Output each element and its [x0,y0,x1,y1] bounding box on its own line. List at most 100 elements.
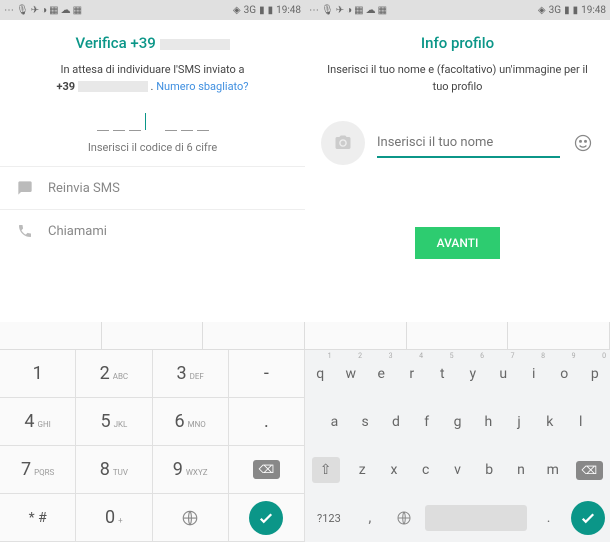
numeric-keypad: 1 2ABC 3DEF - 4GHI 5JKL 6MNO . 7PQRS 8TU… [0,350,305,542]
key-7[interactable]: 7PQRS [0,446,76,494]
key-space[interactable] [425,505,527,531]
shift-icon: ⇧ [312,457,340,483]
status-icon: ⋯ [4,5,14,16]
key-dash[interactable]: - [229,350,305,398]
profile-screen: ⋯ 🎙 ✈ ◑ ▦ ☁ ▦ ◈ 3G ▮ ▮ 19:48 Info profil… [305,0,610,259]
key-v[interactable]: v [442,446,474,494]
name-input[interactable] [377,129,560,158]
status-icon: ✈ [31,5,39,16]
key-3[interactable]: 3DEF [153,350,229,398]
status-icon: ▦ [378,5,387,16]
key-confirm[interactable] [229,494,305,542]
key-u[interactable]: u7 [488,350,519,398]
camera-icon [333,134,353,152]
key-1[interactable]: 1 [0,350,76,398]
qwerty-keypad: q1w2e3r4t5y6u7i8o9p0 asdfghjkl ⇧ zxcvbnm… [305,350,610,542]
subtitle: Inserisci il tuo nome e (facoltativo) un… [305,62,610,95]
status-bar: ⋯ 🎙 ✈ ◑ ▦ ☁ ▦ ◈ 3G ▮ ▮ 19:48 [305,0,610,20]
check-icon [249,501,283,535]
key-dot[interactable]: . [229,398,305,446]
status-icon: ◑ [41,5,47,16]
key-w[interactable]: w2 [336,350,367,398]
key-s[interactable]: s [350,398,381,446]
key-9[interactable]: 9WXYZ [153,446,229,494]
next-button[interactable]: AVANTI [415,227,501,259]
verify-screen: ⋯ 🎙 ✈ ◑ ▦ ☁ ▦ ◈ 3G ▮ ▮ 19:48 Verifica +3… [0,0,305,259]
network-label: 3G [549,5,561,16]
key-lang[interactable] [153,494,229,542]
key-n[interactable]: n [505,446,537,494]
key-b[interactable]: b [473,446,505,494]
key-symbols[interactable]: ?123 [305,494,353,542]
status-icon: ▦ [73,5,82,16]
key-4[interactable]: 4GHI [0,398,76,446]
status-icon: ◑ [346,5,352,16]
sms-icon [16,179,34,197]
status-icon: 🎙 [16,5,29,16]
key-z[interactable]: z [346,446,378,494]
emoji-button[interactable] [572,132,594,154]
backspace-icon: ⌫ [253,460,281,479]
wifi-icon: ◈ [538,5,546,16]
wifi-icon: ◈ [233,5,241,16]
clock: 19:48 [581,5,606,16]
key-y[interactable]: y6 [458,350,489,398]
backspace-icon: ⌫ [576,461,604,480]
wrong-number-link[interactable]: Numero sbagliato? [156,80,248,93]
key-t[interactable]: t5 [427,350,458,398]
key-q[interactable]: q1 [305,350,336,398]
resend-sms-button[interactable]: Reinvia SMS [0,166,305,209]
code-label: Inserisci il codice di 6 cifre [0,141,305,154]
network-label: 3G [244,5,256,16]
key-l[interactable]: l [565,398,596,446]
status-icon: ▦ [49,5,58,16]
wait-message: In attesa di individuare l'SMS inviato a… [0,62,305,95]
avatar-picker[interactable] [321,121,365,165]
phone-icon [16,222,34,240]
key-lang[interactable] [387,494,421,542]
key-confirm[interactable] [566,494,610,542]
key-f[interactable]: f [411,398,442,446]
key-x[interactable]: x [378,446,410,494]
status-icon: ⋯ [309,5,319,16]
key-shift[interactable]: ⇧ [305,446,346,494]
key-e[interactable]: e3 [366,350,397,398]
status-icon: ▦ [354,5,363,16]
code-input[interactable] [0,113,305,135]
key-o[interactable]: o9 [549,350,580,398]
key-5[interactable]: 5JKL [76,398,152,446]
key-h[interactable]: h [473,398,504,446]
key-star[interactable]: * # [0,494,76,542]
key-d[interactable]: d [381,398,412,446]
status-icon: 🎙 [321,5,334,16]
key-period[interactable]: . [531,494,565,542]
page-title: Verifica +39 [0,20,305,62]
emoji-icon [573,133,593,153]
key-backspace[interactable]: ⌫ [569,446,610,494]
key-comma[interactable]: , [353,494,387,542]
page-title: Info profilo [305,20,610,62]
key-r[interactable]: r4 [397,350,428,398]
key-6[interactable]: 6MNO [153,398,229,446]
battery-icon: ▮ [573,5,579,16]
key-backspace[interactable]: ⌫ [229,446,305,494]
status-bar: ⋯ 🎙 ✈ ◑ ▦ ☁ ▦ ◈ 3G ▮ ▮ 19:48 [0,0,305,20]
clock: 19:48 [276,5,301,16]
status-icon: ✈ [336,5,344,16]
key-0[interactable]: 0+ [76,494,152,542]
keyboard: 1 2ABC 3DEF - 4GHI 5JKL 6MNO . 7PQRS 8TU… [0,322,610,542]
key-2[interactable]: 2ABC [76,350,152,398]
key-i[interactable]: i8 [519,350,550,398]
key-m[interactable]: m [537,446,569,494]
key-j[interactable]: j [504,398,535,446]
signal-icon: ▮ [564,5,570,16]
status-icon: ☁ [61,5,71,16]
key-a[interactable]: a [319,398,350,446]
key-8[interactable]: 8TUV [76,446,152,494]
key-g[interactable]: g [442,398,473,446]
key-k[interactable]: k [534,398,565,446]
status-icon: ☁ [366,5,376,16]
key-p[interactable]: p0 [580,350,610,398]
call-me-button[interactable]: Chiamami [0,209,305,252]
key-c[interactable]: c [410,446,442,494]
